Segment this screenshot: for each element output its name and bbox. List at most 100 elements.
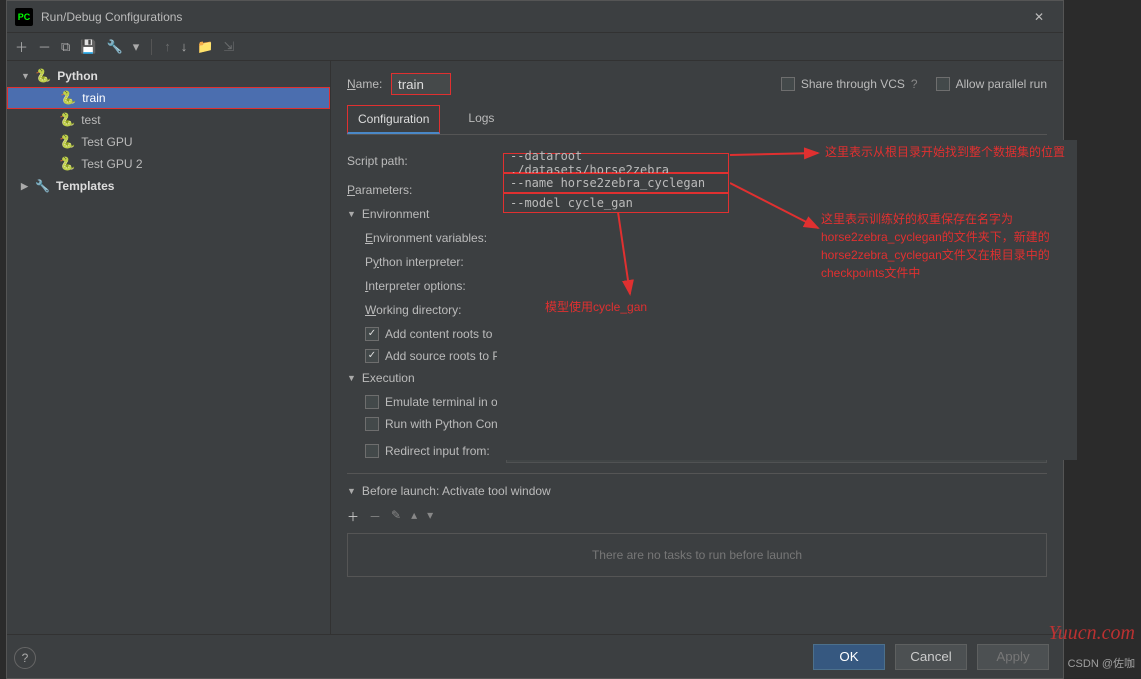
run-debug-dialog: PC Run/Debug Configurations ✕ ＋ － ⧉ 💾 🔧 … bbox=[6, 0, 1064, 679]
before-tasks-area: There are no tasks to run before launch bbox=[347, 533, 1047, 577]
tree-item-label: Test GPU 2 bbox=[81, 157, 142, 171]
python-icon: 🐍 bbox=[35, 68, 51, 84]
env-vars-label: Environment variables: bbox=[365, 231, 505, 245]
tree-item-label: train bbox=[82, 91, 105, 105]
parallel-checkbox[interactable]: Allow parallel run bbox=[936, 77, 1047, 91]
before-toolbar: ＋ － ✎ ▴ ▾ bbox=[347, 508, 1047, 525]
interp-opts-label: Interpreter options: bbox=[365, 279, 505, 293]
tree-root-python[interactable]: ▼ 🐍 Python bbox=[7, 65, 330, 87]
add-icon[interactable]: ＋ bbox=[15, 37, 28, 56]
add-source-checkbox[interactable]: Add source roots to P bbox=[365, 349, 1047, 363]
chevron-down-icon: ▼ bbox=[347, 209, 356, 219]
python-icon: 🐍 bbox=[60, 90, 76, 106]
checkbox-icon bbox=[781, 77, 795, 91]
parameters-label: Parameters: bbox=[347, 183, 487, 197]
folder-icon[interactable]: 📁 bbox=[197, 39, 213, 55]
run-console-checkbox[interactable]: Run with Python Console bbox=[365, 417, 1047, 431]
param-name: --name horse2zebra_cyclegan bbox=[503, 173, 729, 193]
watermark-csdn: CSDN @佐咖 bbox=[1068, 655, 1135, 671]
python-icon: 🐍 bbox=[59, 134, 75, 150]
annotation-3: 模型使用cycle_gan bbox=[545, 298, 647, 316]
chevron-down-icon: ▼ bbox=[347, 373, 356, 383]
exec-section-label: Execution bbox=[362, 371, 415, 385]
down-icon: ▾ bbox=[427, 508, 433, 525]
tabs: Configuration Logs bbox=[347, 105, 1047, 135]
add-source-label: Add source roots to P bbox=[385, 349, 500, 363]
share-vcs-checkbox[interactable]: Share through VCS ? bbox=[781, 77, 918, 91]
collapse-icon[interactable]: ⇲ bbox=[223, 39, 234, 55]
up-icon: ▴ bbox=[411, 508, 417, 525]
checkbox-icon bbox=[936, 77, 950, 91]
emulate-label: Emulate terminal in ou bbox=[385, 395, 504, 409]
before-launch-section[interactable]: ▼ Before launch: Activate tool window bbox=[347, 484, 1047, 498]
config-toolbar: ＋ － ⧉ 💾 🔧 ▾ ↑ ↓ 📁 ⇲ bbox=[7, 33, 1063, 61]
tree-item-test[interactable]: 🐍 test bbox=[7, 109, 330, 131]
tree-item-label: test bbox=[81, 113, 100, 127]
annotation-2: 这里表示训练好的权重保存在名字为 horse2zebra_cyclegan的文件… bbox=[821, 210, 1050, 282]
tree-item-testgpu[interactable]: 🐍 Test GPU bbox=[7, 131, 330, 153]
share-label: Share through VCS bbox=[801, 77, 905, 91]
app-icon: PC bbox=[15, 8, 33, 26]
help-icon[interactable]: ? bbox=[911, 77, 918, 91]
help-button[interactable]: ? bbox=[14, 647, 36, 669]
separator bbox=[151, 39, 152, 55]
wrench-icon[interactable]: 🔧 bbox=[107, 39, 123, 55]
name-input[interactable] bbox=[391, 73, 451, 95]
tree-item-testgpu2[interactable]: 🐍 Test GPU 2 bbox=[7, 153, 330, 175]
titlebar: PC Run/Debug Configurations ✕ bbox=[7, 1, 1063, 33]
chevron-down-icon: ▼ bbox=[21, 71, 31, 81]
checkbox-icon bbox=[365, 444, 379, 458]
save-icon[interactable]: 💾 bbox=[80, 39, 96, 55]
copy-icon[interactable]: ⧉ bbox=[61, 39, 70, 55]
workdir-label: Working directory: bbox=[365, 303, 505, 317]
interpreter-label: Python interpreter: bbox=[365, 255, 505, 269]
close-icon[interactable]: ✕ bbox=[1023, 1, 1055, 33]
config-tree: ▼ 🐍 Python 🐍 train 🐍 test 🐍 Test GPU 🐍 T… bbox=[7, 61, 331, 634]
redirect-label: Redirect input from: bbox=[385, 444, 490, 458]
before-launch-label: Before launch: Activate tool window bbox=[362, 484, 551, 498]
remove-icon[interactable]: － bbox=[38, 37, 51, 56]
tab-logs[interactable]: Logs bbox=[458, 105, 504, 134]
ok-button[interactable]: OK bbox=[813, 644, 885, 670]
watermark-yuucn: Yuucn.com bbox=[1049, 622, 1135, 645]
add-content-label: Add content roots to bbox=[385, 327, 492, 341]
script-path-label: Script path: bbox=[347, 154, 487, 168]
move-up-icon[interactable]: ↑ bbox=[164, 39, 171, 54]
env-section-label: Environment bbox=[362, 207, 429, 221]
redirect-checkbox[interactable]: Redirect input from: bbox=[365, 444, 490, 458]
emulate-checkbox[interactable]: Emulate terminal in ou bbox=[365, 395, 1047, 409]
move-down-icon[interactable]: ↓ bbox=[181, 39, 188, 54]
redirect-input[interactable]: 📁 bbox=[506, 439, 1047, 463]
checkbox-icon bbox=[365, 417, 379, 431]
checkbox-icon bbox=[365, 327, 379, 341]
checkbox-icon bbox=[365, 395, 379, 409]
no-tasks-label: There are no tasks to run before launch bbox=[592, 548, 802, 562]
run-console-label: Run with Python Console bbox=[385, 417, 520, 431]
add-content-checkbox[interactable]: Add content roots to bbox=[365, 327, 1047, 341]
remove-icon: － bbox=[369, 508, 381, 525]
window-title: Run/Debug Configurations bbox=[41, 10, 1023, 24]
param-model: --model cycle_gan bbox=[503, 193, 729, 213]
chevron-down-icon[interactable]: ▾ bbox=[133, 39, 140, 55]
python-icon: 🐍 bbox=[59, 156, 75, 172]
edit-icon: ✎ bbox=[391, 508, 401, 525]
tree-root-label: Python bbox=[57, 69, 98, 83]
dialog-buttons: OK Cancel Apply bbox=[7, 634, 1063, 678]
parallel-label: Allow parallel run bbox=[956, 77, 1047, 91]
tree-item-label: Test GPU bbox=[81, 135, 132, 149]
chevron-down-icon: ▼ bbox=[347, 486, 356, 496]
python-icon: 🐍 bbox=[59, 112, 75, 128]
execution-section[interactable]: ▼ Execution bbox=[347, 371, 1047, 385]
cancel-button[interactable]: Cancel bbox=[895, 644, 967, 670]
apply-button[interactable]: Apply bbox=[977, 644, 1049, 670]
name-label: Name: bbox=[347, 77, 391, 91]
tab-configuration[interactable]: Configuration bbox=[347, 105, 440, 134]
wrench-icon: 🔧 bbox=[35, 179, 50, 193]
folder-icon[interactable]: 📁 bbox=[1023, 444, 1038, 458]
tree-item-train[interactable]: 🐍 train bbox=[7, 87, 330, 109]
tree-templates-label: Templates bbox=[56, 179, 114, 193]
add-icon[interactable]: ＋ bbox=[347, 508, 359, 525]
param-dataroot: --dataroot ./datasets/horse2zebra bbox=[503, 153, 729, 173]
tree-templates[interactable]: ▶ 🔧 Templates bbox=[7, 175, 330, 197]
chevron-right-icon: ▶ bbox=[21, 181, 31, 192]
